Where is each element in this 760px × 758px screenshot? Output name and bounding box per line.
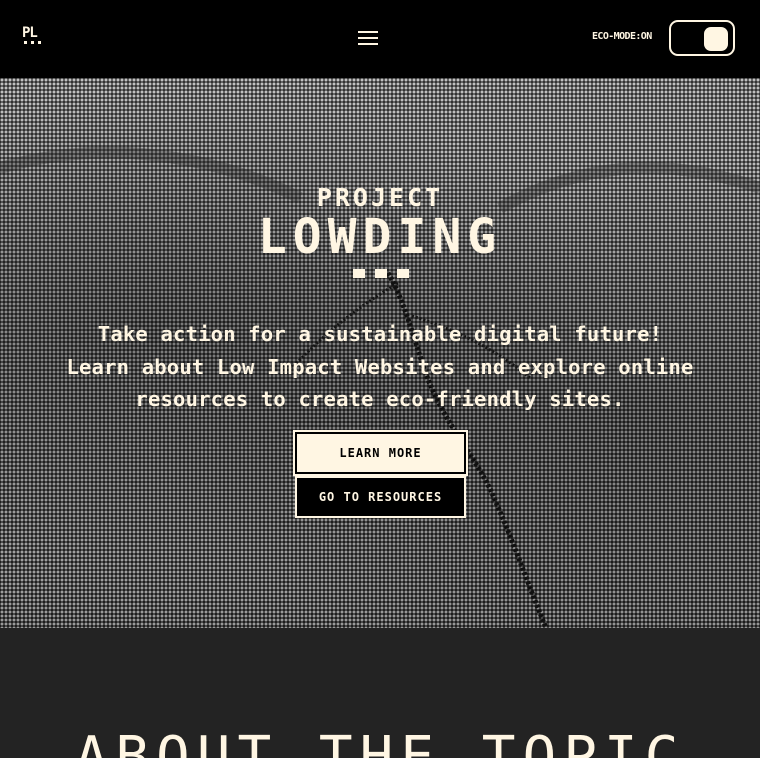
hero-description-line: Learn about Low Impact Websites and expl… xyxy=(66,354,694,379)
hero-description-line: Take action for a sustainable digital fu… xyxy=(97,322,663,346)
page: PL ECO-MODE:ON PROJECT LOWDING Take acti… xyxy=(0,0,760,758)
hamburger-menu-icon[interactable] xyxy=(358,29,378,47)
hero-title-dots xyxy=(353,269,409,279)
about-heading: ABOUT THE TOPIC xyxy=(74,725,686,758)
learn-more-button[interactable]: LEARN MORE xyxy=(293,430,468,476)
hero-title: LOWDING xyxy=(257,209,503,265)
logo-dots xyxy=(24,41,44,45)
hero-section: PROJECT LOWDING Take action for a sustai… xyxy=(0,78,760,628)
top-navigation-bar: PL ECO-MODE:ON xyxy=(0,0,760,78)
hero-description-line: resources to create eco-friendly sites. xyxy=(135,387,625,411)
site-logo[interactable]: PL xyxy=(22,26,48,50)
eco-mode-label: ECO-MODE:ON xyxy=(592,31,652,42)
about-section: ABOUT THE TOPIC xyxy=(0,628,760,758)
hero-description: Take action for a sustainable digital fu… xyxy=(0,318,760,416)
go-to-resources-button[interactable]: GO TO RESOURCES xyxy=(295,476,466,518)
eco-mode-toggle[interactable] xyxy=(669,20,735,56)
eco-mode-toggle-knob xyxy=(704,27,728,51)
hero-kicker: PROJECT xyxy=(316,183,444,212)
logo-text: PL xyxy=(22,25,38,41)
